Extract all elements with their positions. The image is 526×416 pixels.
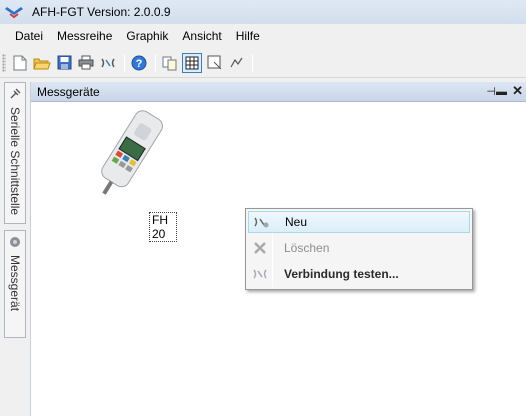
- toolbar-separator: [252, 53, 253, 72]
- copy-icon: [162, 56, 177, 70]
- window-title: AFH-FGT Version: 2.0.0.9: [32, 5, 171, 19]
- table-view-button[interactable]: [182, 52, 202, 73]
- toolbar-separator: [124, 53, 125, 72]
- context-menu: Neu Löschen Verbindung testen...: [245, 208, 473, 290]
- app-icon: [4, 4, 26, 20]
- chart-icon: [229, 57, 242, 68]
- window-button[interactable]: [204, 53, 224, 73]
- new-file-button[interactable]: [10, 53, 30, 73]
- copy-button[interactable]: [160, 53, 180, 73]
- delete-icon: [248, 238, 272, 258]
- menu-bar: Datei Messreihe Graphik Ansicht Hilfe: [0, 24, 526, 48]
- plug-icon: [9, 88, 21, 100]
- device-item[interactable]: FH 20: [77, 100, 177, 242]
- pin-icon[interactable]: ⊣▬: [486, 85, 507, 98]
- table-icon: [185, 56, 199, 69]
- help-icon: ?: [131, 55, 147, 70]
- side-tab-strip: Serielle Schnittstelle Messgerät: [0, 80, 28, 416]
- menu-datei[interactable]: Datei: [8, 27, 50, 45]
- print-button[interactable]: [76, 53, 96, 73]
- devices-panel: Messgeräte ⊣▬ ✕ FH 20 Neu Löschen Verbin…: [30, 82, 526, 416]
- force-gauge-icon: [101, 110, 163, 195]
- test-connection-icon: [248, 264, 272, 284]
- menu-hilfe[interactable]: Hilfe: [229, 27, 267, 45]
- tab-serial-interface[interactable]: Serielle Schnittstelle: [4, 82, 26, 224]
- panel-header: Messgeräte ⊣▬ ✕: [31, 82, 526, 102]
- connection-button[interactable]: [98, 53, 118, 73]
- toolbar: ?: [0, 48, 526, 78]
- window-icon: [207, 55, 221, 70]
- connection-icon: [101, 58, 115, 67]
- new-file-icon: [13, 55, 27, 70]
- save-icon: [57, 55, 71, 70]
- svg-text:?: ?: [136, 58, 143, 70]
- printer-icon: [78, 55, 94, 70]
- menu-item-delete-label: Löschen: [284, 241, 330, 255]
- tab-device[interactable]: Messgerät: [4, 230, 26, 338]
- menu-item-new-label: Neu: [285, 215, 308, 229]
- menu-messreihe[interactable]: Messreihe: [50, 27, 119, 45]
- open-folder-icon: [33, 58, 51, 69]
- title-bar: AFH-FGT Version: 2.0.0.9: [0, 0, 526, 24]
- menu-item-delete: Löschen: [248, 237, 470, 259]
- tab-device-label: Messgerät: [8, 255, 22, 312]
- open-folder-button[interactable]: [32, 53, 52, 73]
- menu-item-test-connection-label: Verbindung testen...: [284, 267, 399, 281]
- help-button[interactable]: ?: [129, 53, 149, 73]
- panel-title: Messgeräte: [37, 84, 100, 99]
- menu-item-new[interactable]: Neu: [248, 211, 470, 233]
- menu-ansicht[interactable]: Ansicht: [175, 27, 228, 45]
- toolbar-separator: [155, 53, 156, 72]
- new-device-icon: [249, 212, 273, 232]
- chart-button[interactable]: [226, 53, 246, 73]
- device-label: FH 20: [149, 212, 177, 242]
- toolbar-grip[interactable]: [2, 53, 6, 72]
- device-icon: [9, 236, 21, 248]
- close-icon[interactable]: ✕: [512, 83, 523, 99]
- menu-item-test-connection: Verbindung testen...: [248, 263, 470, 285]
- menu-graphik[interactable]: Graphik: [119, 27, 175, 45]
- tab-serial-interface-label: Serielle Schnittstelle: [8, 107, 22, 216]
- save-button[interactable]: [54, 53, 74, 73]
